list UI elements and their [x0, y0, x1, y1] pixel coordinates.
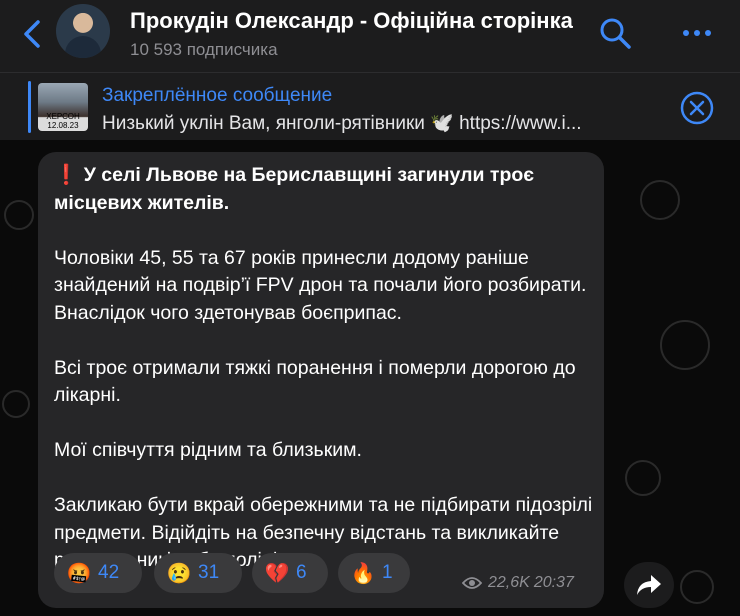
message-paragraph: Мої співчуття рідним та близьким.	[54, 439, 362, 461]
reaction-count: 31	[198, 562, 220, 583]
fire-icon: 🔥	[350, 562, 376, 585]
pinned-text: Низький уклін Вам, янголи-рятівники 🕊️ h…	[102, 113, 582, 134]
alert-icon: ❗	[54, 164, 79, 186]
pinned-indicator	[28, 81, 31, 133]
more-icon[interactable]	[682, 28, 712, 38]
close-icon[interactable]	[680, 91, 714, 125]
view-count: 22,6K	[488, 574, 530, 591]
angry-emoji-icon: 🤬	[66, 562, 92, 585]
broken-heart-icon: 💔	[264, 562, 290, 585]
message-time: 20:37	[533, 574, 574, 591]
background-doodle	[660, 320, 710, 370]
message-paragraph: Чоловіки 45, 55 та 67 років принесли дод…	[54, 246, 587, 324]
headline-text: У селі Львове на Бериславщині загинули т…	[54, 164, 535, 214]
back-chevron-icon[interactable]	[18, 18, 46, 50]
pinned-thumbnail: ХЕРСОН 12.08.23	[38, 83, 88, 131]
message-headline: ❗ У селі Львове на Бериславщині загинули…	[54, 162, 594, 217]
pinned-message-bar[interactable]: ХЕРСОН 12.08.23 Закреплённое сообщение Н…	[0, 72, 740, 140]
background-doodle	[680, 570, 714, 604]
message-text: ❗ У селі Львове на Бериславщині загинули…	[54, 162, 594, 602]
reaction-angry[interactable]: 🤬 42	[54, 553, 142, 593]
reaction-count: 1	[382, 562, 393, 583]
reaction-count: 6	[296, 562, 307, 583]
share-button[interactable]	[624, 562, 674, 608]
share-icon	[637, 575, 661, 595]
background-doodle	[4, 200, 34, 230]
pinned-title: Закреплённое сообщение	[102, 85, 333, 106]
eye-icon	[462, 577, 482, 589]
channel-title[interactable]: Прокудін Олександр - Офіційна сторінка	[130, 8, 573, 34]
pinned-thumbnail-caption: ХЕРСОН 12.08.23	[46, 112, 80, 130]
reaction-count: 42	[98, 562, 120, 583]
reaction-crying[interactable]: 😢 31	[154, 553, 242, 593]
message-paragraph: Всі троє отримали тяжкі поранення і поме…	[54, 356, 576, 407]
message-meta: 22,6K 20:37	[462, 574, 574, 592]
background-doodle	[2, 390, 30, 418]
subscriber-count: 10 593 подписчика	[130, 40, 278, 59]
chat-header: Прокудін Олександр - Офіційна сторінка 1…	[0, 0, 740, 72]
background-doodle	[640, 180, 680, 220]
background-doodle	[625, 460, 661, 496]
search-icon[interactable]	[598, 16, 632, 50]
crying-emoji-icon: 😢	[166, 562, 192, 585]
reaction-fire[interactable]: 🔥 1	[338, 553, 410, 593]
reaction-broken-heart[interactable]: 💔 6	[252, 553, 328, 593]
avatar[interactable]	[56, 4, 110, 58]
